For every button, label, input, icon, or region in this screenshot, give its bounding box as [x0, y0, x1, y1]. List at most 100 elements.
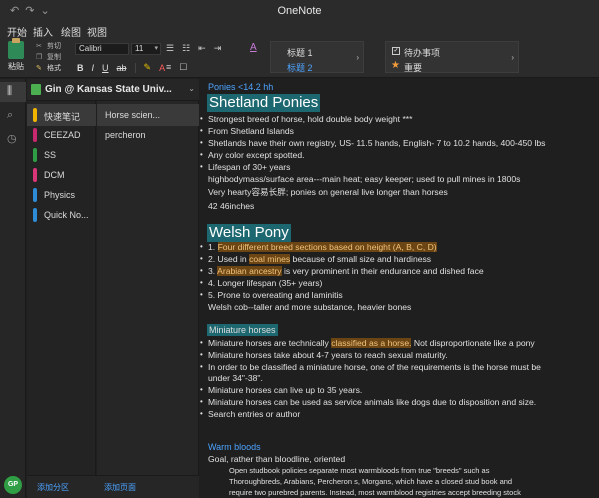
- section-color: [33, 188, 37, 202]
- note-line: 42 46inches: [208, 201, 255, 211]
- left-rail: ⫼ ⌕ ◷: [0, 79, 26, 498]
- section-color: [33, 128, 37, 142]
- section-item[interactable]: Quick No...: [27, 204, 96, 226]
- intro-text: Ponies <14.2 hh: [208, 82, 274, 92]
- font-color-icon[interactable]: A: [159, 63, 165, 73]
- list-item: 1. Four different breed sections based o…: [208, 242, 437, 252]
- section-item[interactable]: Physics: [27, 184, 96, 206]
- page-item[interactable]: percheron: [97, 124, 199, 146]
- divider: [134, 62, 136, 73]
- section-item[interactable]: DCM: [27, 164, 96, 186]
- italic-button[interactable]: I: [92, 63, 95, 73]
- align-icon[interactable]: ≡: [166, 62, 171, 73]
- copy-button[interactable]: ❐ 复制: [36, 52, 61, 63]
- search-icon[interactable]: ⌕: [7, 109, 13, 122]
- avatar[interactable]: GP: [4, 476, 22, 494]
- format-painter-button[interactable]: ✎ 格式: [36, 63, 61, 74]
- numbering-icon[interactable]: ☷: [182, 43, 190, 54]
- strikethrough-button[interactable]: ab: [117, 63, 127, 73]
- highlight-icon[interactable]: ✎: [144, 62, 152, 73]
- clipboard-icon: [8, 38, 24, 59]
- note-line: Very hearty容易长胖; ponies on general live …: [208, 187, 448, 197]
- recent-icon[interactable]: ◷: [7, 132, 17, 145]
- bullet: •: [200, 150, 203, 159]
- checkbox-icon: ✓: [392, 47, 400, 55]
- clipboard-group: ✂ 剪切 ❐ 复制 ✎ 格式: [36, 41, 61, 74]
- bullet: •: [200, 338, 203, 347]
- list-item: Shetlands have their own registry, US- 1…: [208, 138, 546, 148]
- bold-button[interactable]: B: [77, 63, 84, 73]
- list-item-continued: under 34"-38".: [208, 373, 263, 383]
- notebooks-icon[interactable]: ⫼: [7, 85, 12, 98]
- ribbon-tabs: 开始 插入 绘图 视图: [0, 22, 599, 42]
- tags-gallery[interactable]: ✓ 待办事项 ★ 重要 ›: [385, 41, 519, 73]
- tab-view[interactable]: 视图: [87, 24, 107, 39]
- list-item: Miniature horses can be used as service …: [208, 397, 537, 407]
- window-title: OneNote: [277, 5, 322, 17]
- bullet: •: [200, 290, 203, 299]
- section-color: [33, 208, 37, 222]
- section-color: [33, 168, 37, 182]
- bullet: •: [200, 409, 203, 418]
- add-section-button[interactable]: 添加分区: [37, 482, 69, 493]
- tab-draw[interactable]: 绘图: [61, 24, 81, 39]
- indent-icon[interactable]: ⇥: [214, 43, 222, 54]
- style-heading-2[interactable]: 标题 2: [287, 61, 313, 74]
- add-page-button[interactable]: 添加页面: [104, 482, 136, 493]
- section-item[interactable]: CEEZAD: [27, 124, 96, 146]
- cut-button[interactable]: ✂ 剪切: [36, 41, 61, 52]
- tag-important[interactable]: 重要: [404, 61, 422, 74]
- style-heading-1[interactable]: 标题 1: [287, 46, 313, 59]
- section-item[interactable]: 快速笔记: [27, 104, 96, 126]
- outdent-icon[interactable]: ⇤: [198, 43, 206, 54]
- tag-todo[interactable]: 待办事项: [404, 46, 440, 59]
- title-bar: ↶ ↷ ⌄ OneNote: [0, 0, 599, 22]
- paste-button[interactable]: 粘贴: [5, 38, 27, 72]
- list-item: Any color except spotted.: [208, 150, 305, 160]
- bullet: •: [200, 385, 203, 394]
- list-item: 2. Used in coal mines because of small s…: [208, 254, 432, 264]
- note-canvas[interactable]: Ponies <14.2 hh Shetland Ponies • Strong…: [200, 79, 599, 498]
- underline-button[interactable]: U: [102, 63, 109, 73]
- chevron-right-icon[interactable]: ›: [511, 53, 514, 62]
- section-color: [33, 148, 37, 162]
- tab-insert[interactable]: 插入: [33, 24, 53, 39]
- bullet: •: [200, 350, 203, 359]
- checkbox-icon[interactable]: ☐: [179, 62, 187, 73]
- heading-welsh: Welsh Pony: [207, 224, 291, 242]
- page-item[interactable]: Horse scien...: [97, 104, 199, 126]
- bullet: •: [200, 114, 203, 123]
- paragraph-line: Open studbook policies separate most war…: [229, 466, 490, 475]
- page-list: Horse scien... percheron: [97, 101, 199, 475]
- paragraph-line: require two purebred parents. Instead, m…: [229, 488, 521, 497]
- list-item: Search entries or author: [208, 409, 301, 419]
- note-line: Welsh cob--taller and more substance, he…: [208, 302, 412, 312]
- font-size-select[interactable]: 11 ▾: [131, 43, 161, 55]
- copy-icon: ❐: [36, 54, 43, 61]
- font-name-select[interactable]: Calibri: [75, 43, 129, 55]
- clear-format-button[interactable]: A: [250, 42, 257, 53]
- bullets-icon[interactable]: ☰: [166, 43, 174, 54]
- list-item: Miniature horses take about 4-7 years to…: [208, 350, 448, 360]
- bullet: •: [200, 126, 203, 135]
- chevron-down-icon: ▾: [154, 45, 158, 52]
- list-item: Lifespan of 30+ years: [208, 162, 291, 172]
- list-row: ☰ ☷ ⇤ ⇥: [166, 43, 221, 54]
- list-item: Strongest breed of horse, hold double bo…: [208, 114, 413, 124]
- scissors-icon: ✂: [36, 43, 42, 50]
- clear-format-icon: A: [250, 42, 257, 53]
- align-row: ≡ ☐: [166, 62, 187, 73]
- section-item[interactable]: SS: [27, 144, 96, 166]
- list-item: Miniature horses can live up to 35 years…: [208, 385, 363, 395]
- notebook-selector[interactable]: Gin @ Kansas State Univ... ⌄: [27, 79, 199, 101]
- bullet: •: [200, 266, 203, 275]
- list-item: From Shetland Islands: [208, 126, 294, 136]
- bullet: •: [200, 397, 203, 406]
- chevron-right-icon[interactable]: ›: [356, 53, 359, 62]
- font-format-row: B I U ab ✎ A: [77, 62, 165, 73]
- bullet: •: [200, 362, 203, 371]
- highlight: Arabian ancestry: [217, 266, 282, 276]
- star-icon: ★: [391, 60, 400, 71]
- heading-shetland: Shetland Ponies: [207, 94, 321, 112]
- styles-gallery[interactable]: 标题 1 标题 2 ›: [270, 41, 364, 73]
